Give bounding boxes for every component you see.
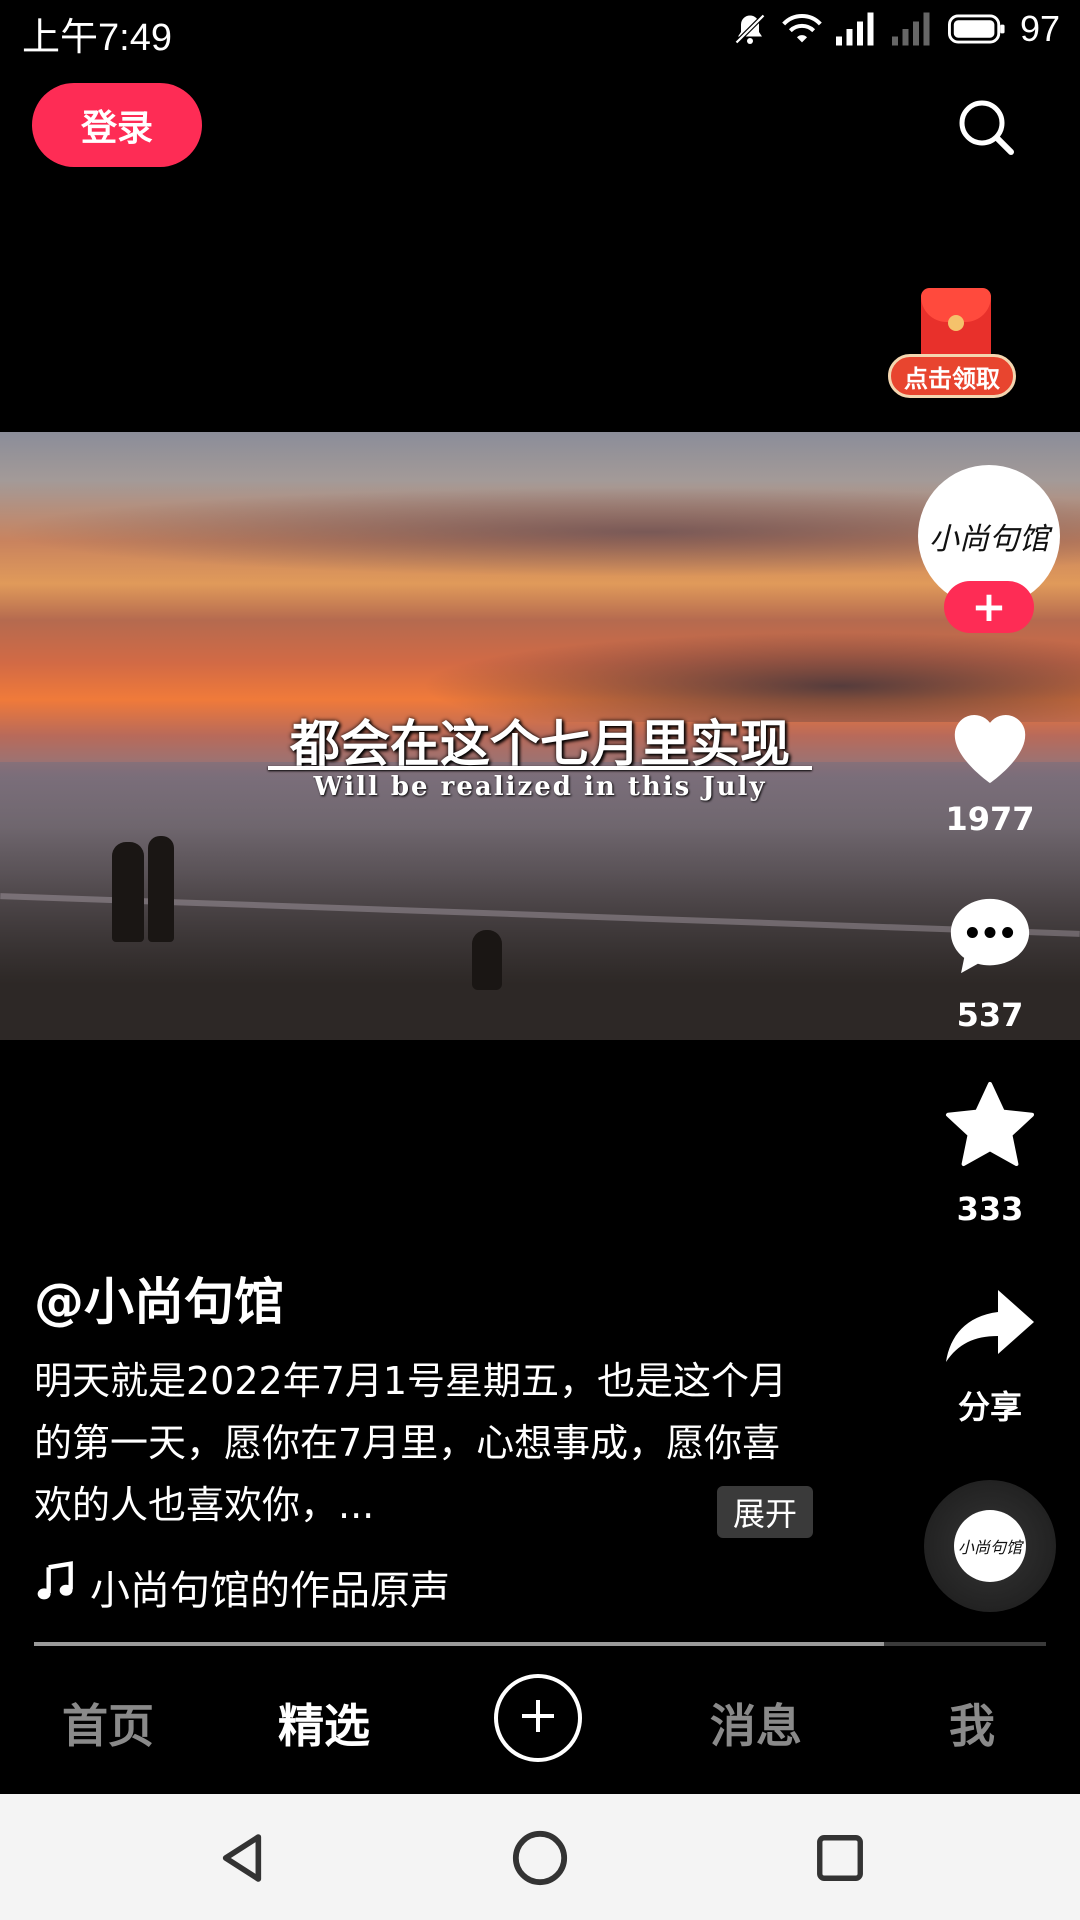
share-label: 分享 xyxy=(957,1388,1022,1426)
tab-messages[interactable]: 消息 xyxy=(666,1690,846,1756)
music-info[interactable]: 小尚句馆的作品原声 xyxy=(34,1558,450,1616)
video-caption-en: Will be realized in this July xyxy=(313,772,767,802)
favorite-button[interactable] xyxy=(930,1080,1050,1176)
home-icon[interactable] xyxy=(508,1826,572,1890)
favorite-count: 333 xyxy=(956,1190,1024,1228)
tab-home[interactable]: 首页 xyxy=(18,1690,198,1756)
red-packet-label: 点击领取 xyxy=(888,354,1016,398)
battery-icon xyxy=(947,13,1006,45)
login-button[interactable]: 登录 xyxy=(32,83,202,167)
battery-level: 97 xyxy=(1019,8,1060,49)
music-title: 小尚句馆的作品原声 xyxy=(90,1568,450,1614)
add-post-button[interactable] xyxy=(494,1674,582,1762)
comment-button[interactable] xyxy=(930,890,1050,986)
like-count: 1977 xyxy=(945,800,1035,838)
status-bar: 上午7:49 97 xyxy=(0,0,1080,60)
status-icons: 97 xyxy=(732,8,1060,50)
tab-me[interactable]: 我 xyxy=(882,1690,1062,1756)
comment-count: 537 xyxy=(956,996,1024,1034)
signal-empty-icon xyxy=(891,12,934,46)
silhouette-figure xyxy=(148,836,174,942)
share-arrow-icon xyxy=(942,1285,1038,1371)
star-icon xyxy=(942,1080,1038,1176)
expand-button[interactable]: 展开 xyxy=(717,1486,813,1538)
heart-icon xyxy=(942,701,1038,791)
search-icon[interactable] xyxy=(955,96,1017,158)
music-note-icon xyxy=(34,1560,78,1614)
video-progress-fill xyxy=(34,1642,885,1646)
plus-icon xyxy=(518,1696,558,1740)
author-name[interactable]: @小尚句馆 xyxy=(34,1262,284,1334)
back-icon[interactable] xyxy=(210,1826,274,1890)
video-progress-bar[interactable] xyxy=(34,1642,1046,1646)
red-packet-widget[interactable]: 点击领取 xyxy=(888,288,1020,408)
like-button[interactable] xyxy=(930,698,1050,794)
post-description: 明天就是2022年7月1号星期五，也是这个月的第一天，愿你在7月里，心想事成，愿… xyxy=(34,1359,788,1527)
caption-underline xyxy=(268,766,812,770)
silhouette-figure xyxy=(112,842,144,942)
follow-button[interactable]: + xyxy=(944,581,1034,633)
signal-icon xyxy=(835,12,878,46)
tab-featured[interactable]: 精选 xyxy=(234,1690,414,1756)
status-time: 上午7:49 xyxy=(22,17,172,59)
recents-icon[interactable] xyxy=(808,1826,872,1890)
silhouette-figure xyxy=(472,930,502,990)
wifi-icon xyxy=(782,11,822,47)
mute-bell-icon xyxy=(732,11,768,47)
disc-avatar: 小尚句馆 xyxy=(954,1510,1026,1582)
system-nav-bar xyxy=(0,1794,1080,1920)
comment-icon xyxy=(943,891,1037,985)
music-disc[interactable]: 小尚句馆 xyxy=(924,1480,1056,1612)
share-button[interactable] xyxy=(930,1280,1050,1376)
